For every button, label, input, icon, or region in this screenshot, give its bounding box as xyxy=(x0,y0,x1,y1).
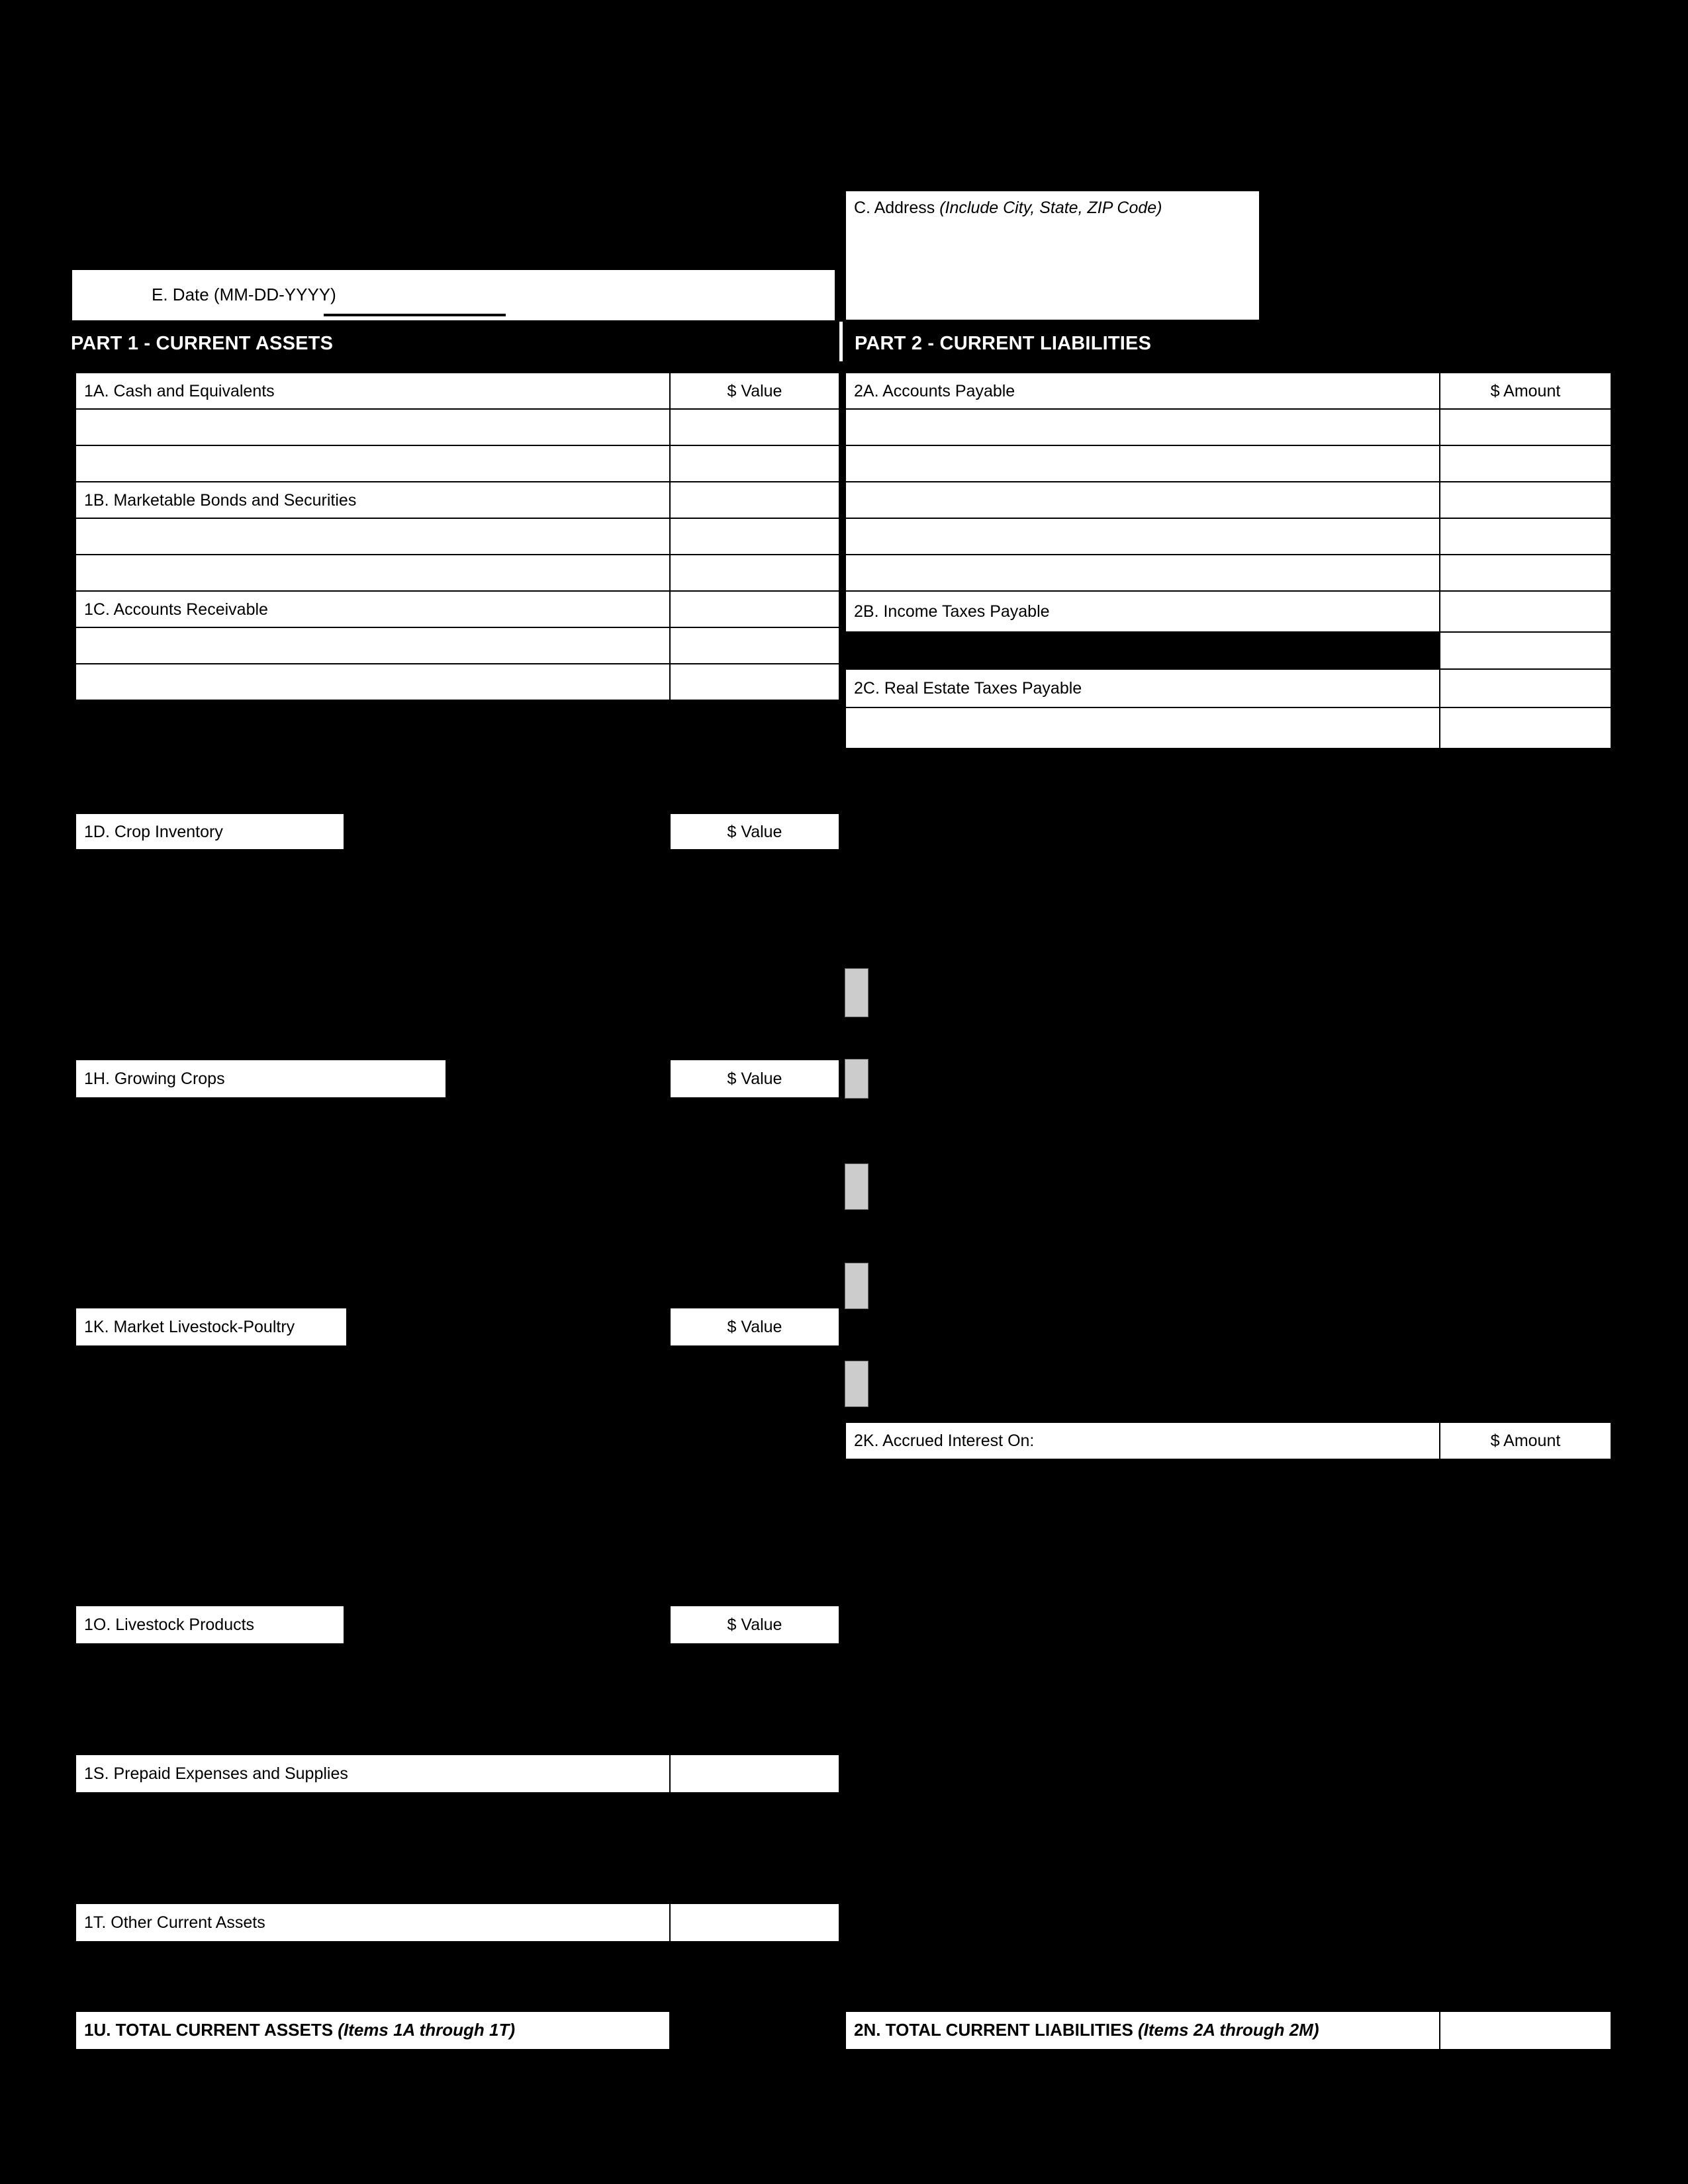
part2-banner: PART 2 - CURRENT LIABILITIES xyxy=(849,324,1614,363)
row-1b-entry-2-value[interactable] xyxy=(669,554,840,592)
address-hint: (Include City, State, ZIP Code) xyxy=(939,199,1162,217)
row-2c-value[interactable] xyxy=(1439,668,1612,708)
row-1a-entry-1-value[interactable] xyxy=(669,408,840,446)
row-2b-entry-value[interactable] xyxy=(1439,631,1612,670)
row-1d-label[interactable]: 1D. Crop Inventory xyxy=(75,813,345,850)
row-1b-entry-1-label[interactable] xyxy=(75,518,671,555)
gutter-marker-4 xyxy=(845,1263,868,1309)
gutter-marker-1 xyxy=(845,968,868,1017)
row-1s-value[interactable] xyxy=(669,1754,840,1794)
label-2k: 2K. Accrued Interest On: xyxy=(854,1432,1035,1450)
date-input-rule[interactable] xyxy=(324,314,506,316)
row-2a-entry-5-value[interactable] xyxy=(1439,554,1612,592)
column-divider xyxy=(839,322,843,361)
row-2b-label[interactable]: 2B. Income Taxes Payable xyxy=(845,590,1440,633)
row-1k-value-header: $ Value xyxy=(669,1307,840,1347)
row-2a-entry-3-value[interactable] xyxy=(1439,481,1612,519)
row-1a-entry-2-label[interactable] xyxy=(75,445,671,482)
label-2n: 2N. TOTAL CURRENT LIABILITIES (Items 2A … xyxy=(854,2020,1319,2040)
gutter-marker-3 xyxy=(845,1163,868,1210)
value-header-1h: $ Value xyxy=(727,1069,782,1088)
row-2b-value[interactable] xyxy=(1439,590,1612,633)
label-2n-italic: (Items 2A through 2M) xyxy=(1138,2020,1319,2040)
label-1s: 1S. Prepaid Expenses and Supplies xyxy=(84,1764,348,1783)
row-2c-label[interactable]: 2C. Real Estate Taxes Payable xyxy=(845,668,1440,708)
row-1a-value-header: $ Value xyxy=(669,372,840,410)
row-1u-total-label: 1U. TOTAL CURRENT ASSETS (Items 1A throu… xyxy=(75,2011,671,2050)
label-1o: 1O. Livestock Products xyxy=(84,1615,255,1634)
row-2k-label[interactable]: 2K. Accrued Interest On: xyxy=(845,1422,1440,1460)
label-1a: 1A. Cash and Equivalents xyxy=(84,381,275,400)
value-header-1a: $ Value xyxy=(727,381,782,400)
row-1c-label[interactable]: 1C. Accounts Receivable xyxy=(75,590,671,628)
label-1u-italic: (Items 1A through 1T) xyxy=(338,2020,516,2040)
row-2a-amount-header: $ Amount xyxy=(1439,372,1612,410)
row-2n-total-label: 2N. TOTAL CURRENT LIABILITIES (Items 2A … xyxy=(845,2011,1440,2050)
label-1c: 1C. Accounts Receivable xyxy=(84,600,268,619)
row-1c-value[interactable] xyxy=(669,590,840,628)
row-2a-label[interactable]: 2A. Accounts Payable xyxy=(845,372,1440,410)
row-1c-entry-1-value[interactable] xyxy=(669,627,840,664)
label-1t: 1T. Other Current Assets xyxy=(84,1913,265,1932)
row-1c-entry-1-label[interactable] xyxy=(75,627,671,664)
amount-header-2a: $ Amount xyxy=(1490,381,1561,400)
label-2a: 2A. Accounts Payable xyxy=(854,381,1015,400)
row-2a-entry-1-value[interactable] xyxy=(1439,408,1612,446)
row-1h-value-header: $ Value xyxy=(669,1059,840,1099)
row-2c-entry-label[interactable] xyxy=(845,707,1440,749)
date-box[interactable]: E. Date (MM-DD-YYYY) xyxy=(71,269,836,322)
label-1b: 1B. Marketable Bonds and Securities xyxy=(84,490,357,510)
row-1d-value-header: $ Value xyxy=(669,813,840,850)
row-2c-entry-value[interactable] xyxy=(1439,707,1612,749)
row-2a-entry-3-label[interactable] xyxy=(845,481,1440,519)
date-label: E. Date (MM-DD-YYYY) xyxy=(152,285,336,304)
label-2b: 2B. Income Taxes Payable xyxy=(854,602,1050,621)
label-1k: 1K. Market Livestock-Poultry xyxy=(84,1318,295,1336)
row-1b-entry-1-value[interactable] xyxy=(669,518,840,555)
row-2a-entry-4-label[interactable] xyxy=(845,518,1440,555)
row-1b-value[interactable] xyxy=(669,481,840,519)
row-2k-amount-header: $ Amount xyxy=(1439,1422,1612,1460)
label-1d: 1D. Crop Inventory xyxy=(84,822,223,841)
gutter-marker-2 xyxy=(845,1059,868,1099)
part2-banner-label: PART 2 - CURRENT LIABILITIES xyxy=(855,332,1152,354)
row-1c-entry-2-label[interactable] xyxy=(75,663,671,701)
row-1b-entry-2-label[interactable] xyxy=(75,554,671,592)
row-1o-value-header: $ Value xyxy=(669,1605,840,1645)
part1-banner: PART 1 - CURRENT ASSETS xyxy=(71,324,839,363)
row-1c-entry-2-value[interactable] xyxy=(669,663,840,701)
row-1a-entry-1-label[interactable] xyxy=(75,408,671,446)
label-1h: 1H. Growing Crops xyxy=(84,1069,225,1088)
address-box[interactable]: C. Address (Include City, State, ZIP Cod… xyxy=(845,190,1260,321)
row-2a-entry-5-label[interactable] xyxy=(845,554,1440,592)
row-2a-entry-2-value[interactable] xyxy=(1439,445,1612,482)
gutter-marker-5 xyxy=(845,1361,868,1407)
part1-banner-label: PART 1 - CURRENT ASSETS xyxy=(71,332,334,354)
row-2n-total-value[interactable] xyxy=(1439,2011,1612,2050)
value-header-1d: $ Value xyxy=(727,822,782,841)
row-1t-value[interactable] xyxy=(669,1903,840,1942)
label-2c: 2C. Real Estate Taxes Payable xyxy=(854,679,1082,698)
amount-header-2k: $ Amount xyxy=(1490,1432,1561,1450)
row-2a-entry-2-label[interactable] xyxy=(845,445,1440,482)
row-1k-label[interactable]: 1K. Market Livestock-Poultry xyxy=(75,1307,348,1347)
value-header-1o: $ Value xyxy=(727,1615,782,1634)
value-header-1k: $ Value xyxy=(727,1318,782,1336)
row-1b-label[interactable]: 1B. Marketable Bonds and Securities xyxy=(75,481,671,519)
row-1s-label[interactable]: 1S. Prepaid Expenses and Supplies xyxy=(75,1754,671,1794)
row-2a-entry-1-label[interactable] xyxy=(845,408,1440,446)
row-1o-label[interactable]: 1O. Livestock Products xyxy=(75,1605,345,1645)
row-2a-entry-4-value[interactable] xyxy=(1439,518,1612,555)
row-2b-entry-filled xyxy=(845,631,1440,670)
row-1h-label[interactable]: 1H. Growing Crops xyxy=(75,1059,447,1099)
row-1a-label[interactable]: 1A. Cash and Equivalents xyxy=(75,372,671,410)
row-1t-label[interactable]: 1T. Other Current Assets xyxy=(75,1903,671,1942)
row-1a-entry-2-value[interactable] xyxy=(669,445,840,482)
address-label: C. Address (Include City, State, ZIP Cod… xyxy=(854,199,1162,217)
label-1u: 1U. TOTAL CURRENT ASSETS (Items 1A throu… xyxy=(84,2020,516,2040)
